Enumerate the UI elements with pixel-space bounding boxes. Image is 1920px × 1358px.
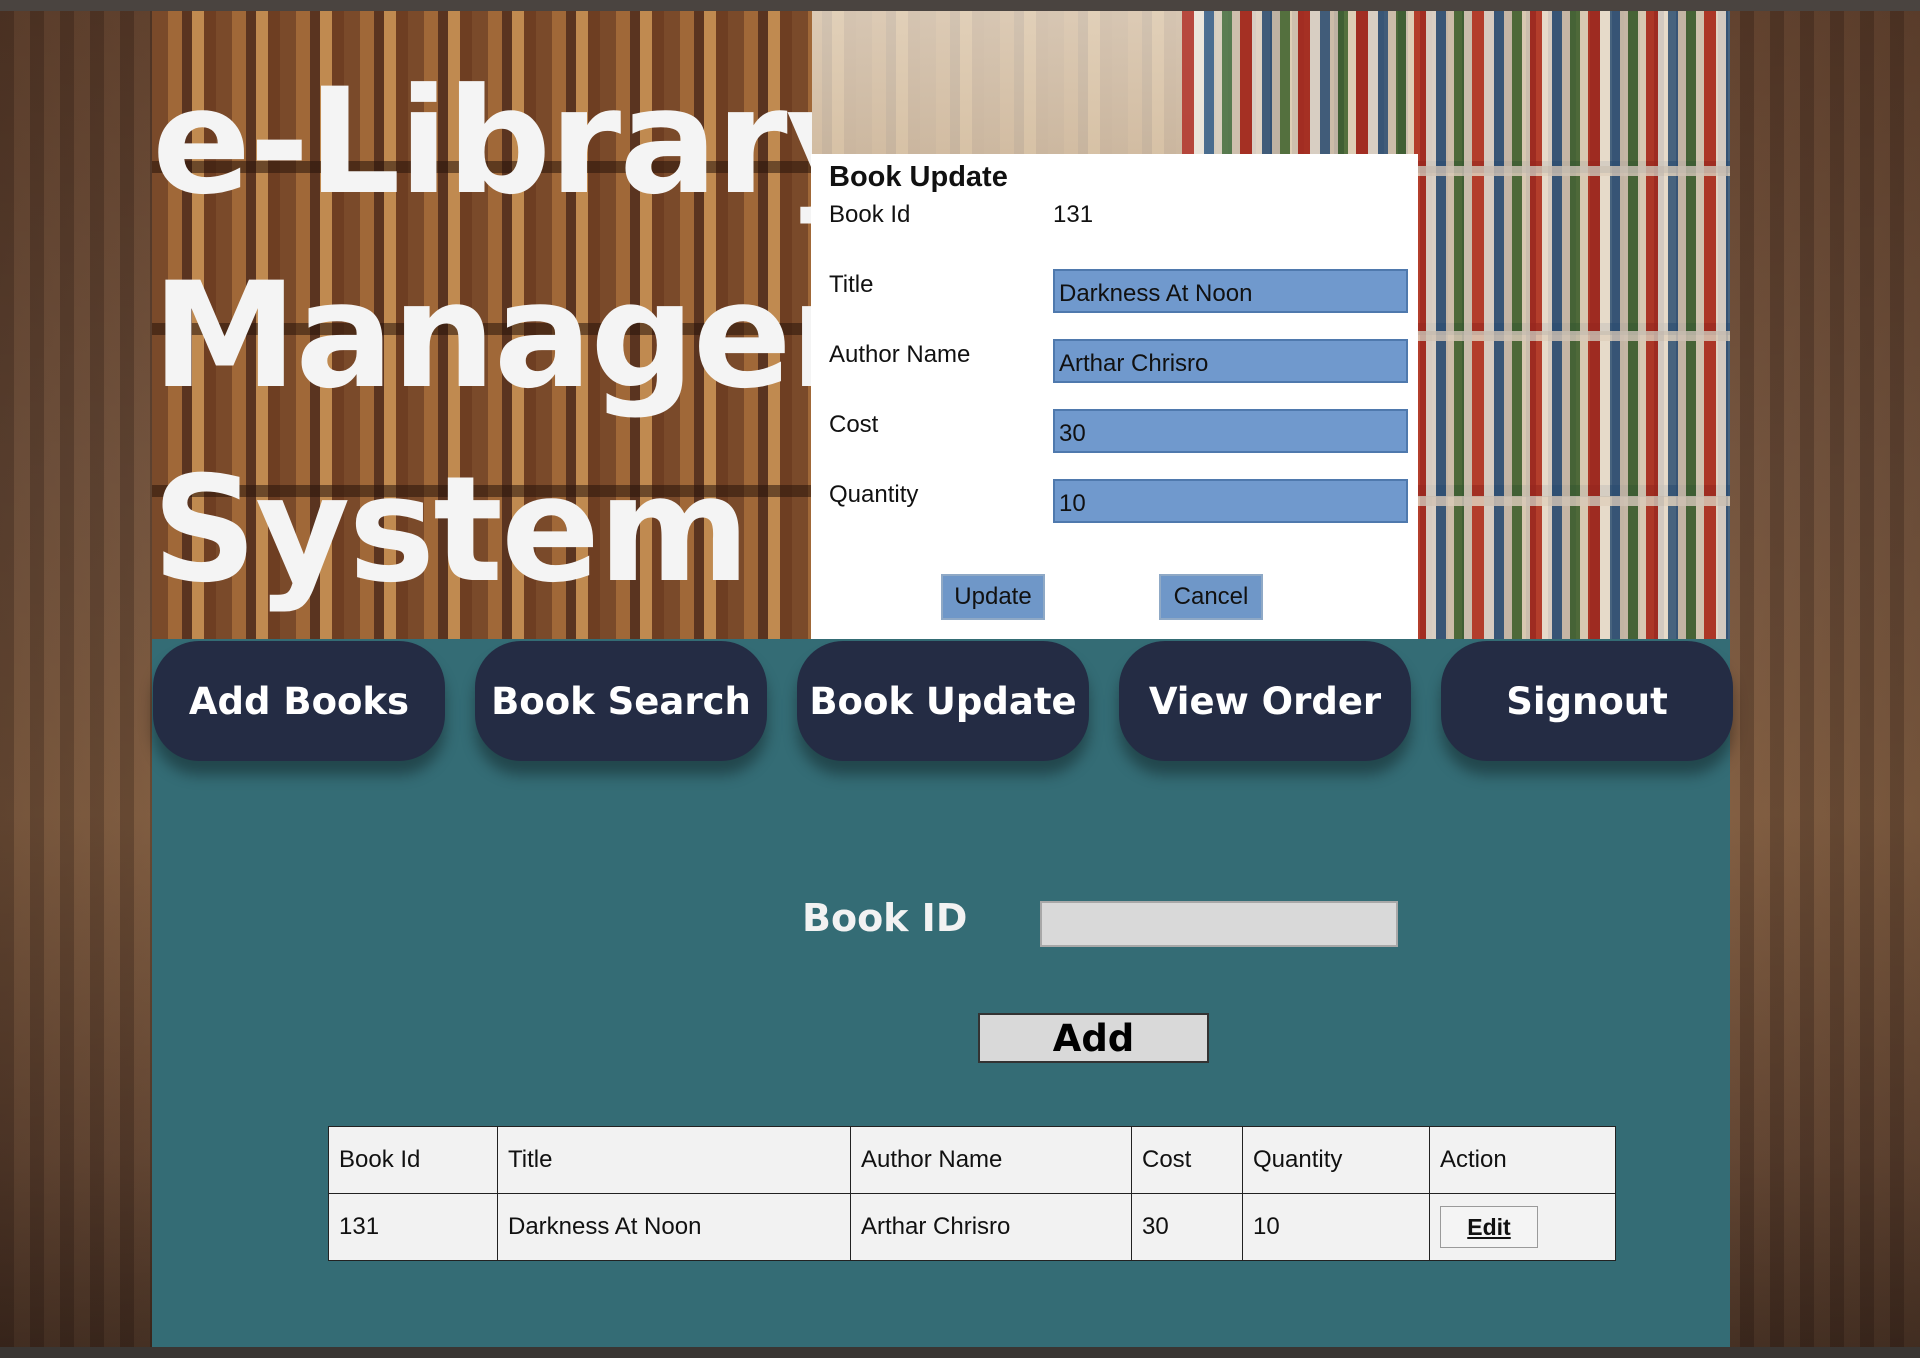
book-update-dialog: Book Update Book Id 131 Title Author Nam… [811, 154, 1418, 639]
title-field-label: Title [829, 271, 874, 298]
cell-title: Darkness At Noon [497, 1193, 851, 1261]
app-title-line-2: Manager [152, 251, 812, 421]
books-table: Book Id Title Author Name Cost Quantity … [328, 1126, 1616, 1261]
book-update-button[interactable]: Book Update [797, 641, 1089, 761]
cell-action: Edit [1429, 1193, 1616, 1261]
header-author-name: Author Name [850, 1126, 1132, 1194]
main-nav: Add Books Book Search Book Update View O… [152, 639, 1733, 769]
cancel-button[interactable]: Cancel [1159, 574, 1263, 620]
header-title: Title [497, 1126, 851, 1194]
book-id-field-label: Book Id [829, 201, 911, 228]
book-search-button[interactable]: Book Search [475, 641, 767, 761]
table-header-row: Book Id Title Author Name Cost Quantity … [328, 1126, 1616, 1194]
cell-author: Arthar Chrisro [850, 1193, 1132, 1261]
app-title-line-1: e-Library [152, 57, 812, 227]
cost-field[interactable] [1053, 409, 1408, 453]
header-book-id: Book Id [328, 1126, 498, 1194]
table-row: 131 Darkness At Noon Arthar Chrisro 30 1… [328, 1193, 1616, 1261]
window-bottom-edge [0, 1347, 1920, 1358]
cell-book-id: 131 [328, 1193, 498, 1261]
view-order-button[interactable]: View Order [1119, 641, 1411, 761]
cost-field-label: Cost [829, 411, 879, 438]
title-field[interactable] [1053, 269, 1408, 313]
header-quantity: Quantity [1242, 1126, 1430, 1194]
app-title: e-Library Manager System [152, 45, 812, 627]
add-button[interactable]: Add [978, 1013, 1209, 1063]
add-books-button[interactable]: Add Books [153, 641, 445, 761]
book-id-input[interactable] [1040, 901, 1398, 947]
quantity-field[interactable] [1053, 479, 1408, 523]
signout-button[interactable]: Signout [1441, 641, 1733, 761]
author-name-field[interactable] [1053, 339, 1408, 383]
edit-button[interactable]: Edit [1440, 1206, 1538, 1248]
dialog-title: Book Update [829, 161, 1008, 193]
quantity-field-label: Quantity [829, 481, 919, 508]
author-name-field-label: Author Name [829, 341, 971, 368]
book-id-value: 131 [1053, 201, 1094, 228]
app-title-line-3: System [152, 445, 750, 615]
update-button[interactable]: Update [941, 574, 1045, 620]
cell-quantity: 10 [1242, 1193, 1430, 1261]
header-cost: Cost [1131, 1126, 1243, 1194]
header-action: Action [1429, 1126, 1616, 1194]
window-top-edge [0, 0, 1920, 11]
cell-cost: 30 [1131, 1193, 1243, 1261]
book-id-label: Book ID [802, 896, 968, 940]
